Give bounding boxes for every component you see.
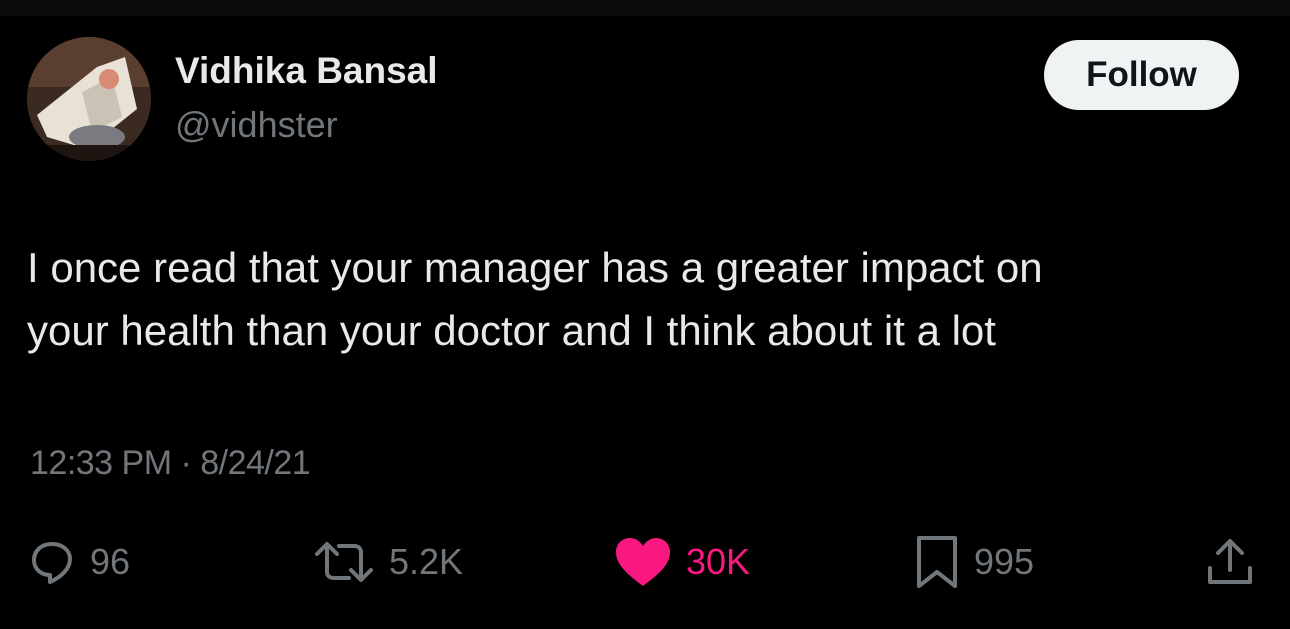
tweet-text: I once read that your manager has a grea… bbox=[27, 244, 1043, 354]
reply-count: 96 bbox=[90, 541, 131, 582]
author-display-name[interactable]: Vidhika Bansal bbox=[175, 50, 438, 92]
like-button[interactable]: 30K bbox=[614, 532, 750, 592]
bookmark-count: 995 bbox=[974, 541, 1035, 582]
share-upload-icon bbox=[1204, 536, 1256, 588]
heart-icon bbox=[614, 536, 672, 588]
follow-button[interactable]: Follow bbox=[1044, 40, 1239, 110]
repost-count: 5.2K bbox=[389, 541, 464, 582]
tweet-timestamp[interactable]: 12:33 PM · 8/24/21 bbox=[30, 444, 311, 483]
repost-arrows-icon bbox=[313, 538, 375, 586]
avatar[interactable] bbox=[27, 37, 151, 161]
repost-button[interactable]: 5.2K bbox=[313, 532, 463, 592]
top-strip bbox=[0, 0, 1290, 16]
avatar-image bbox=[27, 37, 151, 161]
bookmark-button[interactable]: 995 bbox=[914, 532, 1034, 592]
speech-bubble-icon bbox=[28, 538, 76, 586]
bookmark-icon bbox=[914, 534, 960, 590]
author-handle[interactable]: @vidhster bbox=[175, 104, 338, 146]
reply-button[interactable]: 96 bbox=[28, 532, 130, 592]
like-count: 30K bbox=[686, 541, 751, 582]
share-button[interactable] bbox=[1204, 532, 1256, 592]
